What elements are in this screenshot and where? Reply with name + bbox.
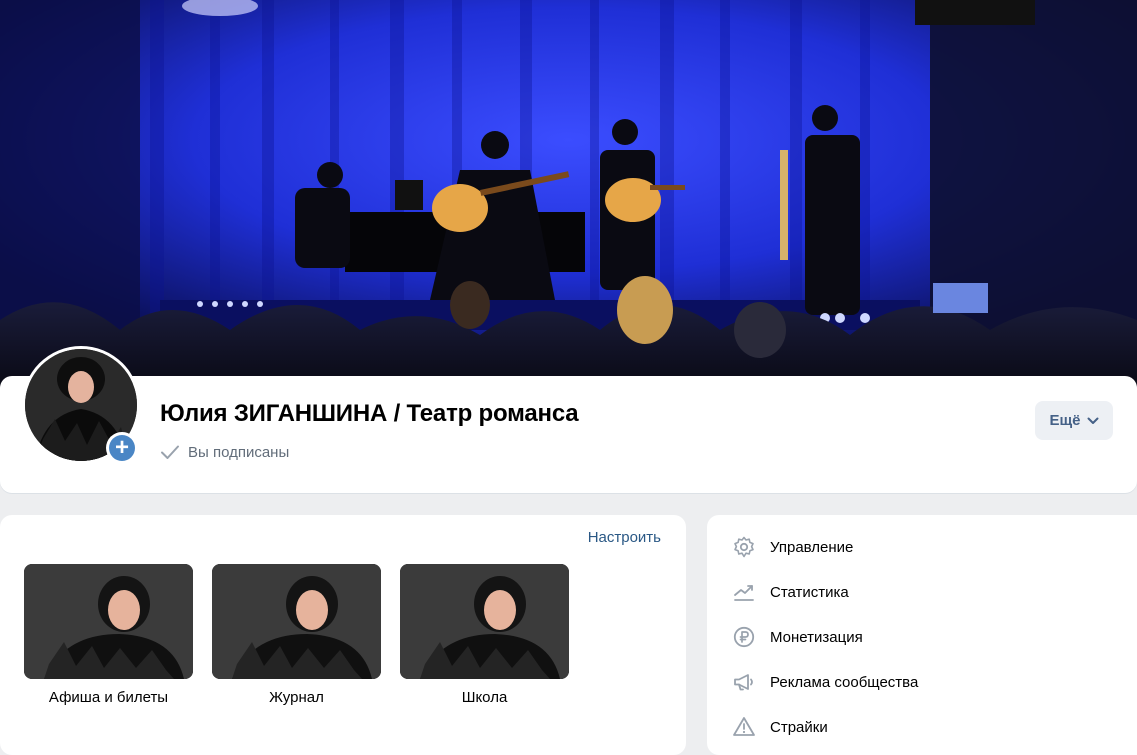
menu-item-label: Реклама сообщества (770, 673, 919, 691)
megaphone-icon (734, 674, 753, 691)
subscription-status[interactable]: Вы подписаны (160, 441, 289, 463)
chevron-down-icon (1087, 417, 1098, 424)
ruble-icon (733, 626, 755, 648)
app-tile-afisha[interactable]: Афиша и билеты (24, 564, 193, 706)
check-icon (161, 445, 179, 459)
cover-image (0, 0, 1137, 400)
menu-item-label: Монетизация (770, 628, 863, 646)
menu-item-community-ads[interactable]: Реклама сообщества (732, 669, 918, 695)
warning-icon (733, 717, 755, 736)
plus-icon: + (109, 435, 135, 461)
menu-item-label: Статистика (770, 583, 849, 601)
menu-item-strikes[interactable]: Страйки (732, 714, 828, 740)
menu-item-statistics[interactable]: Статистика (732, 579, 849, 605)
app-tile-school[interactable]: Школа (400, 564, 569, 706)
apps-list: Афиша и билеты Журнал Школа (24, 564, 569, 706)
admin-menu-card: Управление Статистика Монетизация Реклам… (707, 515, 1137, 755)
cover-photo (0, 0, 1137, 400)
chart-icon (734, 585, 754, 601)
app-tile-label: Журнал (269, 689, 324, 706)
community-header-card (0, 376, 1137, 493)
gear-icon (734, 536, 754, 558)
subscription-label: Вы подписаны (188, 443, 290, 461)
menu-item-label: Страйки (770, 718, 828, 736)
app-tile-image (212, 564, 381, 679)
app-tile-image (24, 564, 193, 679)
apps-card: Настроить Афиша и билеты Журнал Школа (0, 515, 686, 755)
app-tile-journal[interactable]: Журнал (212, 564, 381, 706)
community-name: Юлия ЗИГАНШИНА / Театр романса (160, 400, 579, 427)
add-avatar-button[interactable]: + (106, 432, 138, 464)
app-tile-label: Афиша и билеты (48, 689, 169, 706)
app-tile-image (400, 564, 569, 679)
app-tile-label: Школа (461, 689, 508, 706)
menu-item-management[interactable]: Управление (732, 534, 853, 560)
menu-item-monetization[interactable]: Монетизация (732, 624, 863, 650)
more-button[interactable]: Ещё (1035, 401, 1113, 440)
configure-link[interactable]: Настроить (588, 529, 661, 546)
more-label: Ещё (1049, 412, 1081, 429)
menu-item-label: Управление (770, 538, 854, 556)
